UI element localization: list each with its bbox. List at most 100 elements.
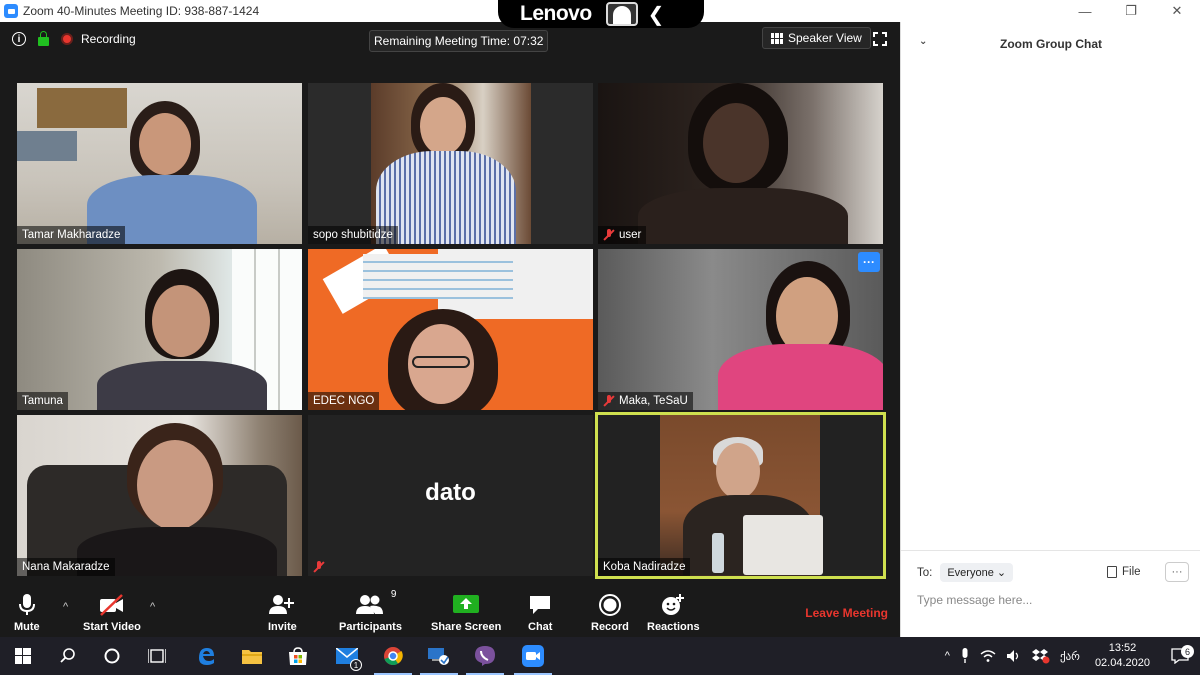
- system-clock[interactable]: 13:52 02.04.2020: [1085, 641, 1160, 671]
- mail-badge: 1: [350, 659, 362, 671]
- participant-name-label: sopo shubitidze: [308, 226, 398, 244]
- share-screen-button[interactable]: Share Screen: [431, 593, 501, 633]
- smiley-add-icon: [661, 593, 685, 617]
- participants-label: Participants: [339, 621, 402, 633]
- participant-name-label: Tamuna: [17, 392, 68, 410]
- speaker-view-button[interactable]: Speaker View: [762, 27, 871, 49]
- invite-button[interactable]: Invite: [268, 593, 297, 633]
- microphone-icon[interactable]: [955, 648, 975, 664]
- wifi-icon[interactable]: [975, 649, 1001, 663]
- participants-count: 9: [390, 589, 397, 600]
- participant-name-label: user: [598, 226, 647, 244]
- invite-label: Invite: [268, 621, 297, 633]
- windows-start-icon[interactable]: [0, 637, 46, 675]
- store-icon[interactable]: [275, 637, 321, 675]
- window-title: Zoom 40-Minutes Meeting ID: 938-887-1424: [23, 4, 260, 18]
- lenovo-logo: Lenovo: [520, 2, 592, 25]
- chat-message-input[interactable]: [917, 593, 1177, 607]
- more-options-button[interactable]: ···: [858, 252, 880, 272]
- chevron-left-icon[interactable]: ❮: [648, 2, 665, 27]
- speaker-view-label: Speaker View: [788, 31, 862, 45]
- share-screen-icon: [453, 593, 480, 617]
- to-label: To:: [917, 566, 933, 579]
- file-button[interactable]: File: [1107, 566, 1141, 578]
- participant-placeholder-name: dato: [425, 479, 476, 506]
- network-app-icon[interactable]: [416, 637, 462, 675]
- close-button[interactable]: ✕: [1154, 0, 1200, 22]
- share-screen-label: Share Screen: [431, 621, 502, 633]
- remaining-time-label: Remaining Meeting Time: 07:32: [369, 30, 549, 52]
- participant-name-label: [308, 558, 330, 576]
- participant-name-label: Koba Nadiradze: [598, 558, 691, 576]
- restore-button[interactable]: ❐: [1108, 0, 1154, 22]
- video-tile[interactable]: EDEC NGO: [308, 249, 593, 410]
- video-tile[interactable]: user: [598, 83, 883, 244]
- notifications-icon[interactable]: 6: [1160, 645, 1200, 664]
- recording-label: Recording: [81, 32, 136, 46]
- video-tile[interactable]: Nana Makaradze: [17, 415, 302, 576]
- record-button[interactable]: Record: [591, 593, 629, 633]
- chat-panel: ⌄ Zoom Group Chat To: Everyone ⌄ File ··…: [900, 22, 1200, 637]
- mic-muted-icon: [603, 395, 615, 407]
- windows-taskbar: 1 ^ ქარ 13:52 02.04.2020 6: [0, 637, 1200, 675]
- participant-name-label: Tamar Makharadze: [17, 226, 126, 244]
- info-icon[interactable]: i: [12, 32, 26, 46]
- zoom-taskbar-icon[interactable]: [510, 637, 556, 675]
- chat-button[interactable]: Chat: [528, 593, 552, 633]
- participants-icon: 9: [356, 589, 396, 617]
- minimize-button[interactable]: —: [1062, 0, 1108, 22]
- chevron-up-icon[interactable]: ^: [150, 601, 155, 613]
- notifications-count: 6: [1181, 645, 1194, 658]
- mute-label: Mute: [14, 621, 40, 633]
- task-view-icon[interactable]: [134, 637, 180, 675]
- chevron-up-icon[interactable]: ^: [63, 601, 68, 613]
- meeting-view: i Recording Remaining Meeting Time: 07:3…: [0, 22, 900, 587]
- zoom-app-icon: [4, 4, 18, 18]
- start-video-button[interactable]: Start Video: [83, 593, 141, 633]
- participant-name-label: Maka, TeSaU: [598, 392, 693, 410]
- participants-button[interactable]: 9 Participants: [339, 589, 402, 633]
- edge-icon[interactable]: [183, 637, 229, 675]
- volume-icon[interactable]: [1001, 649, 1027, 663]
- add-person-icon: [269, 593, 295, 617]
- file-explorer-icon[interactable]: [229, 637, 275, 675]
- clock-date: 02.04.2020: [1094, 657, 1150, 669]
- reactions-button[interactable]: Reactions: [647, 593, 700, 633]
- video-tile[interactable]: sopo shubitidze: [308, 83, 593, 244]
- video-tile[interactable]: Tamar Makharadze: [17, 83, 302, 244]
- mute-button[interactable]: Mute: [14, 593, 40, 633]
- record-icon: [598, 593, 621, 617]
- recording-icon: [61, 33, 73, 45]
- participant-name-label: Nana Makaradze: [17, 558, 115, 576]
- dropbox-icon[interactable]: [1027, 648, 1055, 664]
- mic-muted-icon: [313, 561, 325, 573]
- chat-bubble-icon: [528, 593, 552, 617]
- video-tile[interactable]: ··· Maka, TeSaU: [598, 249, 883, 410]
- clock-time: 13:52: [1108, 642, 1137, 654]
- leave-meeting-button[interactable]: Leave Meeting: [805, 606, 888, 620]
- search-icon[interactable]: [45, 637, 91, 675]
- lock-icon[interactable]: [38, 30, 49, 46]
- chevron-up-icon[interactable]: ^: [940, 650, 955, 662]
- video-tile[interactable]: dato: [308, 415, 593, 576]
- system-tray: ^ ქარ 13:52 02.04.2020 6: [940, 637, 1200, 675]
- microphone-icon: [18, 593, 35, 617]
- fullscreen-icon[interactable]: [873, 32, 887, 46]
- language-indicator[interactable]: ქარ: [1055, 650, 1085, 663]
- cortana-icon[interactable]: [89, 637, 135, 675]
- recipient-dropdown[interactable]: Everyone ⌄: [940, 563, 1014, 582]
- chat-label: Chat: [528, 621, 553, 633]
- mail-icon[interactable]: 1: [324, 637, 370, 675]
- participant-name-label: EDEC NGO: [308, 392, 380, 410]
- chrome-icon[interactable]: [370, 637, 416, 675]
- video-tile-active-speaker[interactable]: Koba Nadiradze: [595, 412, 886, 579]
- video-tile[interactable]: Tamuna: [17, 249, 302, 410]
- lenovo-overlay-bar: Lenovo ❮: [498, 0, 704, 28]
- camera-person-icon[interactable]: [605, 2, 638, 26]
- viber-icon[interactable]: [462, 637, 508, 675]
- document-icon: [1107, 566, 1117, 578]
- chat-more-button[interactable]: ···: [1165, 562, 1189, 582]
- chat-compose-area: To: Everyone ⌄ File ···: [901, 550, 1200, 637]
- video-off-icon: [98, 593, 126, 617]
- chevron-down-icon[interactable]: ⌄: [919, 36, 927, 47]
